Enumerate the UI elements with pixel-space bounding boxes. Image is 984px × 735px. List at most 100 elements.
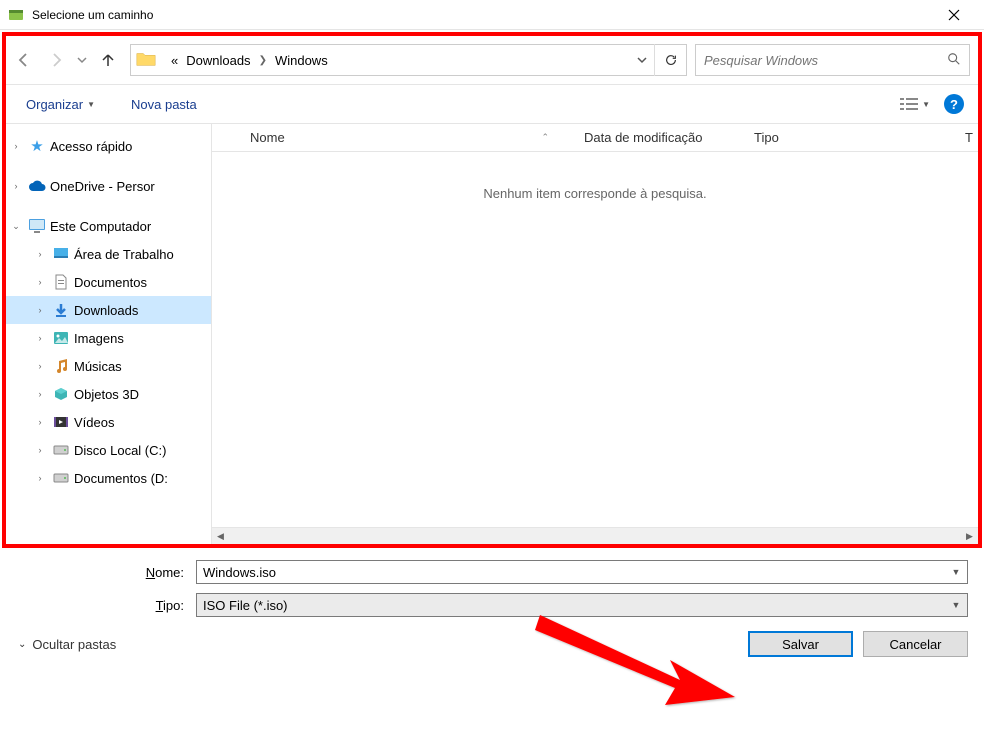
file-list: Nome ⌃ Data de modificação Tipo T Nenhum… [211, 124, 978, 544]
toolbar: Organizar ▼ Nova pasta ▼ ? [6, 84, 978, 124]
forward-button[interactable] [42, 46, 70, 74]
chevron-down-icon[interactable]: ▼ [947, 596, 965, 614]
image-icon [52, 329, 70, 347]
chevron-down-icon[interactable]: ▼ [947, 563, 965, 581]
chevron-icon[interactable]: › [8, 141, 24, 151]
navigation-bar: « Downloads ❯ Windows [6, 36, 978, 84]
video-icon [52, 413, 70, 431]
refresh-button[interactable] [654, 44, 686, 76]
back-button[interactable] [10, 46, 38, 74]
save-button[interactable]: Salvar [748, 631, 853, 657]
desktop-icon [52, 245, 70, 263]
tree-item-label: Downloads [74, 303, 138, 318]
chevron-icon[interactable]: ⌄ [8, 221, 24, 232]
filename-input[interactable]: Windows.iso ▼ [196, 560, 968, 584]
chevron-icon[interactable]: › [32, 389, 48, 399]
column-extra[interactable]: T [953, 130, 978, 145]
up-button[interactable] [94, 46, 122, 74]
tree-item-label: Disco Local (C:) [74, 443, 166, 458]
organize-label: Organizar [26, 97, 83, 112]
filename-row: Nome: Windows.iso ▼ [16, 560, 968, 584]
new-folder-button[interactable]: Nova pasta [125, 93, 203, 116]
filetype-select[interactable]: ISO File (*.iso) ▼ [196, 593, 968, 617]
star-icon: ★ [28, 137, 46, 155]
chevron-icon[interactable]: › [8, 181, 24, 191]
horizontal-scrollbar[interactable]: ◀ ▶ [212, 527, 978, 544]
tree-item[interactable]: ›Vídeos [6, 408, 211, 436]
cloud-icon [28, 177, 46, 195]
chevron-right-icon: ❯ [255, 55, 271, 66]
navigation-tree: ›★Acesso rápido›OneDrive - Persor⌄Este C… [6, 124, 211, 544]
address-dropdown[interactable] [630, 55, 654, 65]
button-row: ⌄ Ocultar pastas Salvar Cancelar [18, 631, 968, 657]
titlebar: Selecione um caminho [0, 0, 984, 30]
tree-item[interactable]: ›★Acesso rápido [6, 132, 211, 160]
search-input[interactable] [704, 53, 947, 68]
cancel-label: Cancelar [889, 637, 941, 652]
hide-folders-button[interactable]: ⌄ Ocultar pastas [18, 637, 116, 652]
breadcrumb-item[interactable]: Windows [271, 53, 332, 68]
tree-item[interactable]: › OneDrive - Persor [6, 172, 211, 200]
column-name[interactable]: Nome ⌃ [212, 130, 572, 145]
folder-icon [135, 48, 159, 72]
chevron-down-icon: ▼ [922, 100, 930, 109]
chevron-icon[interactable]: › [32, 473, 48, 483]
help-button[interactable]: ? [944, 94, 964, 114]
chevron-icon[interactable]: › [32, 445, 48, 455]
tree-item-label: OneDrive - Persor [50, 179, 155, 194]
main-area: ›★Acesso rápido›OneDrive - Persor⌄Este C… [6, 124, 978, 544]
tree-item-label: Documentos [74, 275, 147, 290]
chevron-icon[interactable]: › [32, 249, 48, 259]
chevron-icon[interactable]: › [32, 305, 48, 315]
columns-header: Nome ⌃ Data de modificação Tipo T [212, 124, 978, 152]
disk-icon [52, 469, 70, 487]
breadcrumb[interactable]: « Downloads ❯ Windows [163, 53, 630, 68]
view-options-button[interactable]: ▼ [896, 93, 934, 115]
filetype-label: Tipo: [16, 598, 196, 613]
tree-item-label: Este Computador [50, 219, 151, 234]
close-button[interactable] [931, 0, 976, 30]
tree-item[interactable]: › Músicas [6, 352, 211, 380]
column-type[interactable]: Tipo [742, 130, 953, 145]
disk-icon [52, 441, 70, 459]
label-text: ipo: [163, 598, 184, 613]
search-icon [947, 52, 961, 69]
cancel-button[interactable]: Cancelar [863, 631, 968, 657]
tree-item[interactable]: › Documentos [6, 268, 211, 296]
monitor-icon [28, 217, 46, 235]
chevron-icon[interactable]: › [32, 361, 48, 371]
music-icon [52, 357, 70, 375]
tree-item[interactable]: ›Documentos (D: [6, 464, 211, 492]
label-text: ome: [155, 565, 184, 580]
3d-icon [52, 385, 70, 403]
tree-item-label: Músicas [74, 359, 122, 374]
tree-item-label: Objetos 3D [74, 387, 139, 402]
tree-item[interactable]: › Downloads [6, 296, 211, 324]
chevron-down-icon: ⌄ [18, 639, 26, 650]
tree-item[interactable]: › Área de Trabalho [6, 240, 211, 268]
search-box[interactable] [695, 44, 970, 76]
address-bar[interactable]: « Downloads ❯ Windows [130, 44, 687, 76]
chevron-icon[interactable]: › [32, 417, 48, 427]
scroll-right-icon[interactable]: ▶ [961, 528, 978, 544]
tree-item[interactable]: › Disco Local (C:) [6, 436, 211, 464]
tree-item[interactable]: ›Imagens [6, 324, 211, 352]
sort-indicator-icon: ⌃ [541, 132, 549, 143]
chevron-icon[interactable]: › [32, 277, 48, 287]
breadcrumb-item[interactable]: Downloads [182, 53, 254, 68]
empty-message: Nenhum item corresponde à pesquisa. [212, 152, 978, 201]
scroll-left-icon[interactable]: ◀ [212, 528, 229, 544]
tree-item[interactable]: › Objetos 3D [6, 380, 211, 408]
filetype-row: Tipo: ISO File (*.iso) ▼ [16, 593, 968, 617]
column-date[interactable]: Data de modificação [572, 130, 742, 145]
app-icon [8, 7, 24, 23]
tree-item-label: Área de Trabalho [74, 247, 174, 262]
new-folder-label: Nova pasta [131, 97, 197, 112]
chevron-icon[interactable]: › [32, 333, 48, 343]
filename-value: Windows.iso [203, 565, 276, 580]
tree-item[interactable]: ⌄ Este Computador [6, 212, 211, 240]
breadcrumb-prefix: « [167, 53, 182, 68]
filename-label: Nome: [16, 565, 196, 580]
recent-dropdown[interactable] [74, 46, 90, 74]
organize-menu[interactable]: Organizar ▼ [20, 93, 101, 116]
